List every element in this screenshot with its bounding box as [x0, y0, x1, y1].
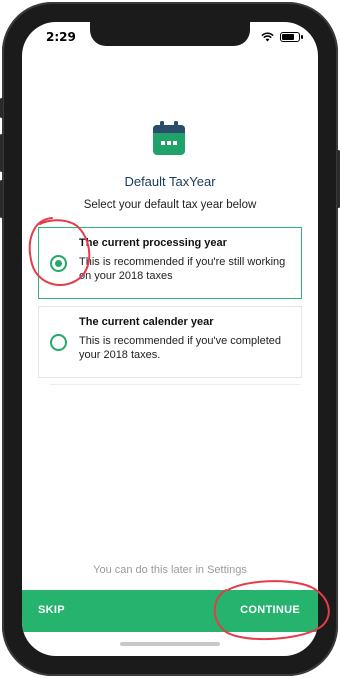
battery-fill: [282, 34, 294, 40]
continue-button[interactable]: CONTINUE: [240, 604, 300, 616]
status-time: 2:29: [46, 30, 76, 44]
skip-button[interactable]: SKIP: [38, 604, 65, 616]
option-current-calender-year[interactable]: The current calender year This is recomm…: [38, 306, 302, 378]
divider: [50, 384, 300, 385]
side-button-volume-up: [0, 134, 3, 172]
page-title: Default TaxYear: [124, 174, 216, 189]
calendar-icon: [153, 121, 185, 155]
option-title: The current calender year: [79, 316, 214, 328]
status-icons: [261, 32, 303, 42]
option-description: This is recommended if you've completed …: [79, 335, 282, 361]
bottom-action-bar: SKIP CONTINUE: [22, 590, 318, 632]
notch: [90, 22, 250, 46]
radio-button-selected[interactable]: [50, 255, 67, 272]
page-subtitle: Select your default tax year below: [83, 199, 257, 211]
radio-dot: [55, 260, 62, 267]
option-description: This is recommended if you're still work…: [79, 256, 286, 282]
home-indicator: [120, 642, 220, 646]
option-current-processing-year[interactable]: The current processing year This is reco…: [38, 227, 302, 299]
screen: 2:29 Default TaxYear Select your default…: [22, 22, 318, 656]
side-button-volume-down: [0, 180, 3, 218]
later-hint: You can do this later in Settings: [93, 564, 247, 576]
side-button-mute: [0, 98, 3, 118]
wifi-icon: [261, 32, 274, 42]
option-title: The current processing year: [79, 237, 227, 249]
battery-icon: [280, 32, 303, 42]
radio-button[interactable]: [50, 334, 67, 351]
